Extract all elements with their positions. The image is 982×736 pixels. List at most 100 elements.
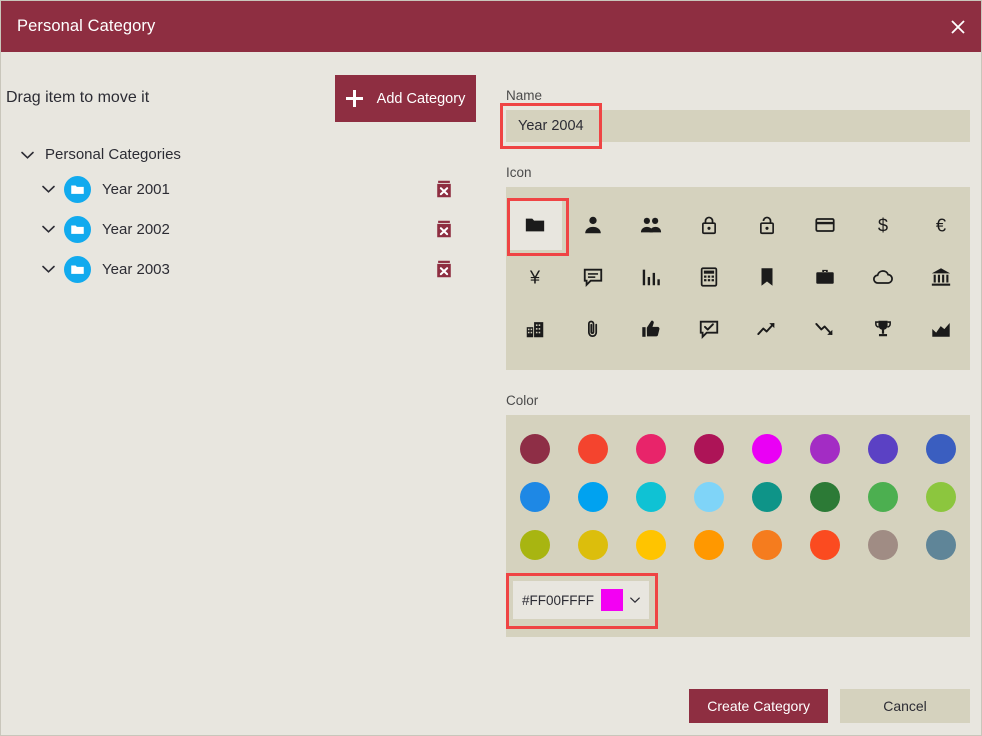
add-category-button[interactable]: Add Category [335, 75, 476, 122]
icon-option-cloud[interactable] [854, 253, 912, 300]
cancel-button[interactable]: Cancel [840, 689, 970, 723]
create-category-button[interactable]: Create Category [689, 689, 828, 723]
icon-option-folder[interactable] [506, 201, 564, 248]
color-swatch[interactable] [506, 481, 564, 513]
tree-item[interactable]: Year 2002 [1, 209, 506, 249]
color-swatch[interactable] [738, 529, 796, 561]
color-swatch[interactable] [796, 481, 854, 513]
cloud-icon [856, 252, 910, 302]
personal-category-dialog: Personal Category Drag item to move it A… [0, 0, 982, 736]
color-swatch[interactable] [738, 433, 796, 465]
color-swatch[interactable] [564, 529, 622, 561]
color-swatch-circle [694, 434, 724, 464]
color-swatch-circle [636, 482, 666, 512]
color-swatch[interactable] [680, 529, 738, 561]
color-swatch[interactable] [622, 481, 680, 513]
lock-open-icon [740, 200, 794, 250]
tree-root-personal-categories[interactable]: Personal Categories [1, 140, 506, 169]
close-button[interactable] [935, 1, 981, 52]
lock-closed-icon [682, 200, 736, 250]
delete-category-button[interactable] [433, 258, 455, 280]
color-swatch[interactable] [680, 481, 738, 513]
people-group-icon [624, 200, 678, 250]
icon-option-city-buildings[interactable] [506, 305, 564, 352]
svg-text:¥: ¥ [529, 266, 541, 287]
color-swatch-circle [694, 530, 724, 560]
color-swatch-circle [810, 482, 840, 512]
chevron-down-icon[interactable] [42, 185, 55, 193]
color-swatch[interactable] [506, 529, 564, 561]
color-swatch[interactable] [854, 481, 912, 513]
icon-option-chat-bubble[interactable] [564, 253, 622, 300]
color-swatch[interactable] [680, 433, 738, 465]
details-pane: Name Icon $€¥ Color [506, 52, 981, 735]
icon-option-bar-chart[interactable] [622, 253, 680, 300]
tree-item-list: Year 2001 Year 2002Year 2003 [1, 169, 506, 289]
trend-up-icon [740, 304, 794, 354]
color-swatch[interactable] [912, 433, 970, 465]
name-field-group: Name [506, 88, 970, 142]
icon-option-lock-closed[interactable] [680, 201, 738, 248]
tree-item[interactable]: Year 2003 [1, 249, 506, 289]
color-swatch-circle [520, 530, 550, 560]
add-category-label: Add Category [377, 91, 466, 107]
icon-option-trophy[interactable] [854, 305, 912, 352]
dialog-footer: Create Category Cancel [689, 689, 970, 723]
icon-option-line-chart[interactable] [912, 305, 970, 352]
icon-option-people-group[interactable] [622, 201, 680, 248]
icon-option-lock-open[interactable] [738, 201, 796, 248]
calculator-icon [682, 252, 736, 302]
icon-option-chat-check[interactable] [680, 305, 738, 352]
icon-option-euro-sign[interactable]: € [912, 201, 970, 248]
color-swatch-circle [636, 530, 666, 560]
color-swatch-circle [810, 530, 840, 560]
color-swatch[interactable] [564, 481, 622, 513]
icon-option-yen-sign[interactable]: ¥ [506, 253, 564, 300]
color-swatch[interactable] [796, 529, 854, 561]
folder-icon [64, 176, 91, 203]
icon-option-calculator[interactable] [680, 253, 738, 300]
icon-option-bank[interactable] [912, 253, 970, 300]
color-swatch[interactable] [622, 529, 680, 561]
folder-icon [508, 200, 562, 250]
icon-option-trend-up[interactable] [738, 305, 796, 352]
folder-icon [64, 256, 91, 283]
color-swatch-circle [868, 434, 898, 464]
icon-option-paperclip[interactable] [564, 305, 622, 352]
color-swatch[interactable] [564, 433, 622, 465]
icon-option-trend-down[interactable] [796, 305, 854, 352]
color-swatch[interactable] [622, 433, 680, 465]
icon-panel: $€ ¥ [506, 187, 970, 370]
icon-option-dollar-sign[interactable]: $ [854, 201, 912, 248]
chevron-down-icon[interactable] [42, 265, 55, 273]
tree-item-label: Year 2001 [102, 181, 170, 198]
icon-label: Icon [506, 165, 970, 180]
chevron-down-icon[interactable] [42, 225, 55, 233]
name-input[interactable] [506, 110, 970, 142]
icon-option-briefcase[interactable] [796, 253, 854, 300]
color-swatch[interactable] [796, 433, 854, 465]
icon-option-person[interactable] [564, 201, 622, 248]
thumbs-up-icon [624, 304, 678, 354]
color-swatch[interactable] [854, 529, 912, 561]
window-title: Personal Category [1, 17, 155, 36]
icon-option-book[interactable] [738, 253, 796, 300]
tree-item[interactable]: Year 2001 [1, 169, 506, 209]
delete-category-button[interactable] [433, 218, 455, 240]
book-icon [740, 252, 794, 302]
icon-option-thumbs-up[interactable] [622, 305, 680, 352]
color-swatch[interactable] [912, 481, 970, 513]
icon-option-credit-card[interactable] [796, 201, 854, 248]
color-swatch-circle [578, 482, 608, 512]
color-swatch-grid [506, 429, 970, 561]
color-swatch[interactable] [506, 433, 564, 465]
bar-chart-icon [624, 252, 678, 302]
color-picker-dropdown[interactable]: #FF00FFFF [513, 581, 649, 619]
color-swatch[interactable] [854, 433, 912, 465]
color-swatch[interactable] [738, 481, 796, 513]
delete-category-button[interactable] [433, 178, 455, 200]
color-swatch[interactable] [912, 529, 970, 561]
title-bar: Personal Category [1, 1, 981, 52]
color-swatch-circle [694, 482, 724, 512]
bank-icon [914, 252, 968, 302]
